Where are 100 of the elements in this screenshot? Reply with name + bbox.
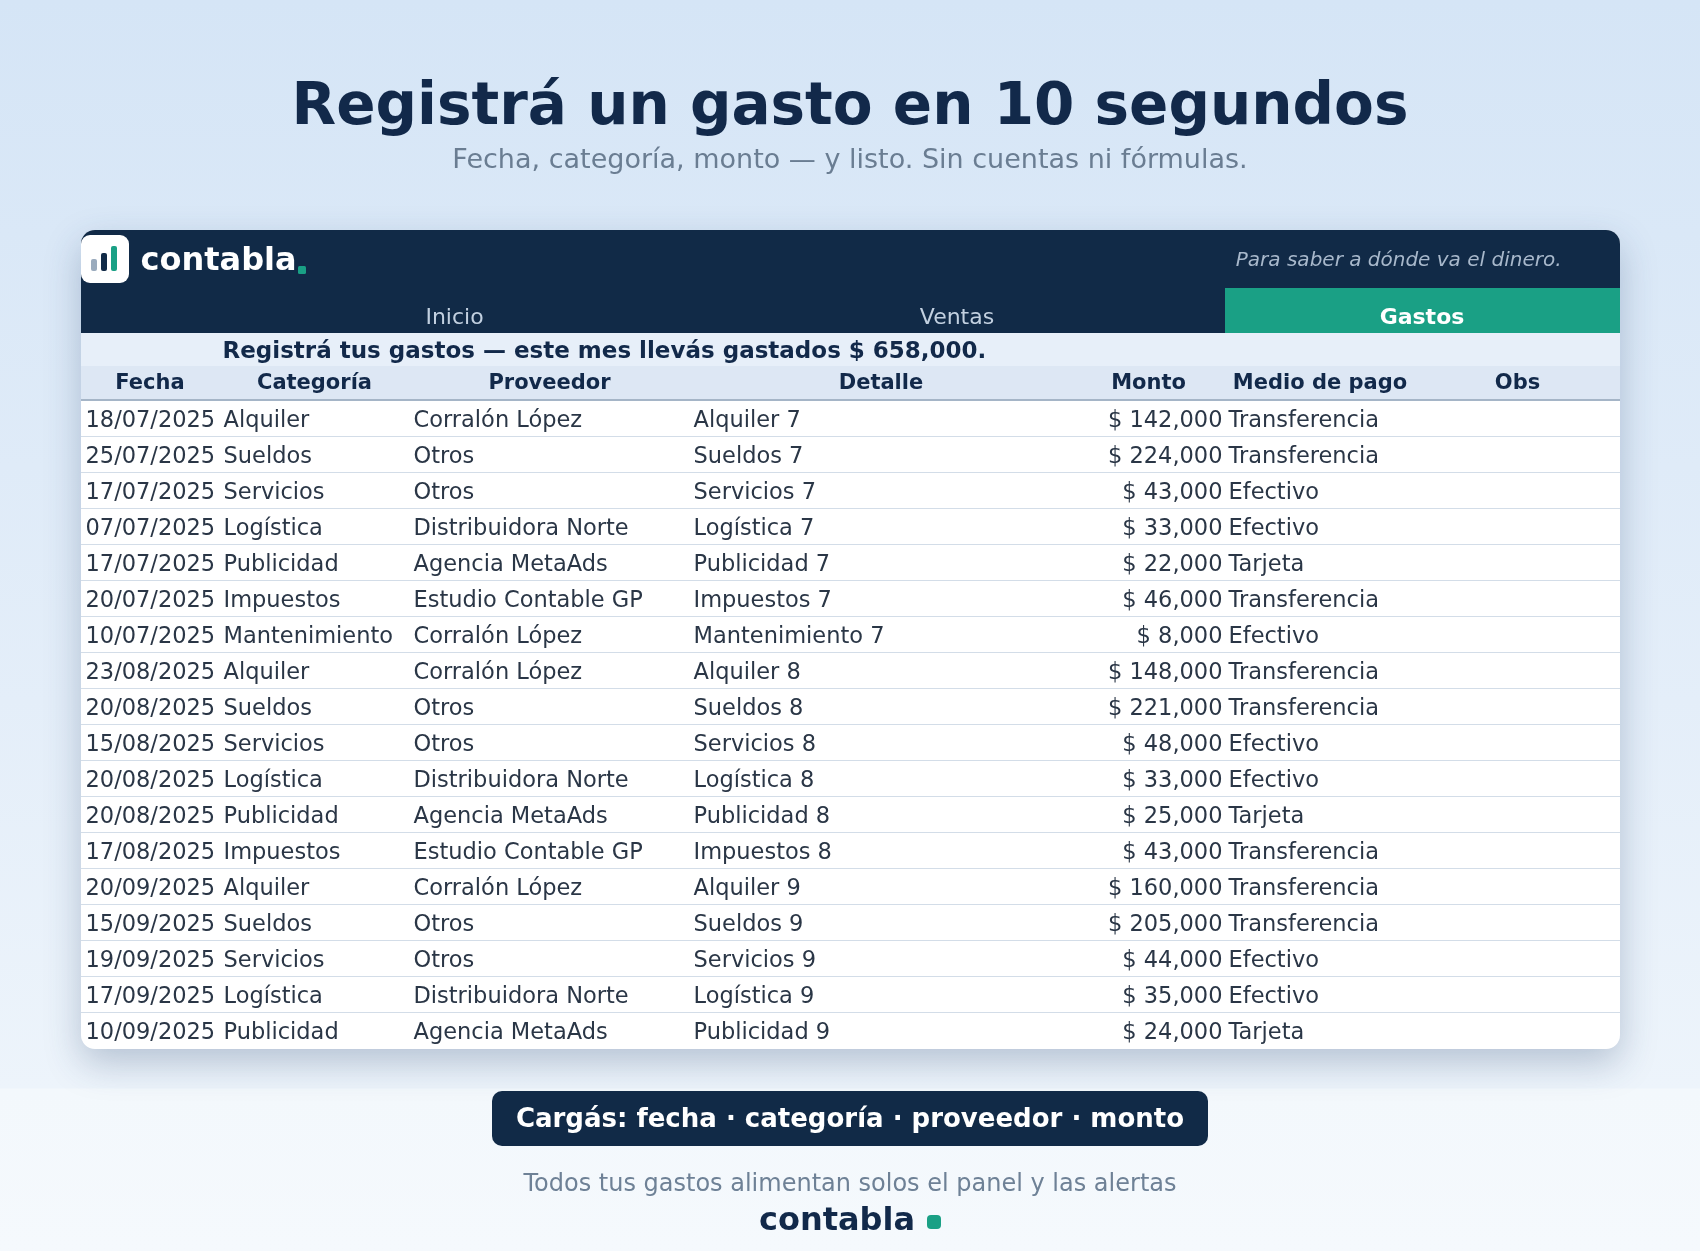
table-cell-text: Servicios 8	[692, 728, 817, 758]
table-cell-text: Alquiler	[222, 404, 310, 434]
table-cell-text: Logística 7	[692, 512, 815, 542]
table-cell-text: Publicidad 7	[692, 548, 831, 578]
column-header: Proveedor	[488, 369, 611, 396]
page-subtitle: Fecha, categoría, monto — y listo. Sin cuentas ni fórmulas.	[452, 142, 1248, 176]
table-cell-text: Alquiler 7	[692, 404, 801, 434]
table-cell-text: 17/09/2025	[84, 980, 216, 1010]
table-cell-text: 20/08/2025	[84, 692, 216, 722]
column-header: Categoría	[256, 369, 373, 396]
table-cell-text: 17/07/2025	[84, 476, 216, 506]
table-cell-text: Efectivo	[1227, 728, 1319, 758]
table-cell-text: Corralón López	[412, 620, 583, 650]
table-cell-text: 17/08/2025	[84, 836, 216, 866]
footer-brand: contabla	[758, 1200, 916, 1238]
table-cell-text: $ 48,000	[1122, 728, 1224, 758]
table-cell-text: Corralón López	[412, 656, 583, 686]
table-cell-text: Tarjeta	[1227, 1017, 1305, 1046]
table-cell-text: $ 8,000	[1136, 620, 1224, 650]
table-cell-text: Logística	[222, 980, 323, 1010]
table-cell-text: Transferencia	[1227, 692, 1379, 722]
table-cell-text: Agencia MetaAds	[412, 800, 608, 830]
table-cell-text: Publicidad	[222, 1017, 339, 1046]
table-cell-text: 20/08/2025	[84, 800, 216, 830]
table-cell-text: 20/09/2025	[84, 872, 216, 902]
table-cell-text: $ 221,000	[1108, 692, 1224, 722]
table-cell-text: Mantenimiento	[222, 620, 393, 650]
table-cell-text: Otros	[412, 476, 475, 506]
table-cell-text: Transferencia	[1227, 440, 1379, 470]
table-cell-text: Efectivo	[1227, 944, 1319, 974]
table-cell-text: Transferencia	[1227, 404, 1379, 434]
table-cell-text: Transferencia	[1227, 584, 1379, 614]
table-cell-text: Transferencia	[1227, 908, 1379, 938]
table-cell-text: Transferencia	[1227, 872, 1379, 902]
column-header: Fecha	[115, 369, 185, 396]
footer-text: Todos tus gastos alimentan solos el panel y las alertas	[523, 1168, 1177, 1198]
table-cell-text: Publicidad	[222, 800, 339, 830]
table-cell-text: $ 205,000	[1108, 908, 1224, 938]
table-cell-text: Efectivo	[1227, 980, 1319, 1010]
table-cell-text: Publicidad 8	[692, 800, 831, 830]
table-cell-text: 17/07/2025	[84, 548, 216, 578]
tagline: Para saber a dónde va el dinero.	[1235, 247, 1562, 271]
table-cell-text: Alquiler	[222, 656, 310, 686]
table-cell-text: Efectivo	[1227, 620, 1319, 650]
table-cell-text: Sueldos 8	[692, 692, 804, 722]
table-cell-text: Servicios	[222, 476, 325, 506]
table-cell-text: Transferencia	[1227, 836, 1379, 866]
table-cell-text: Otros	[412, 440, 475, 470]
summary-text: Registrá tus gastos — este mes llevás gastados $ 658,000.	[221, 336, 987, 363]
page-title: Registrá un gasto en 10 segundos	[291, 70, 1409, 138]
table-cell-text: Logística	[222, 512, 323, 542]
table-cell-text: Estudio Contable GP	[412, 836, 643, 866]
table-cell-text: $ 25,000	[1122, 800, 1224, 830]
table-cell-text: Sueldos	[222, 440, 312, 470]
table-cell-text: $ 46,000	[1122, 584, 1224, 614]
table-cell-text: Otros	[412, 944, 475, 974]
table-cell-text: Tarjeta	[1227, 800, 1305, 830]
table-cell-text: Impuestos 8	[692, 836, 832, 866]
table-cell-text: Logística 8	[692, 764, 815, 794]
table-cell-text: Mantenimiento 7	[692, 620, 885, 650]
table-cell-text: $ 24,000	[1122, 1017, 1224, 1046]
table-cell-text: Agencia MetaAds	[412, 1017, 608, 1046]
table-cell-text: $ 35,000	[1122, 980, 1224, 1010]
table-cell-text: 10/07/2025	[84, 620, 216, 650]
table-cell-text: $ 33,000	[1122, 764, 1224, 794]
table-cell-text: 18/07/2025	[84, 404, 216, 434]
table-cell-text: Sueldos 9	[692, 908, 804, 938]
table-cell-text: Corralón López	[412, 872, 583, 902]
table-cell-text: Servicios 9	[692, 944, 817, 974]
table-cell-text: Otros	[412, 692, 475, 722]
table-cell-text: 25/07/2025	[84, 440, 216, 470]
table-cell-text: Sueldos 7	[692, 440, 804, 470]
table-cell-text: 20/07/2025	[84, 584, 216, 614]
table-cell-text: Servicios 7	[692, 476, 817, 506]
table-cell-text: $ 33,000	[1122, 512, 1224, 542]
table-cell-text: $ 160,000	[1108, 872, 1224, 902]
table-cell-text: Logística	[222, 764, 323, 794]
table-cell-text: Distribuidora Norte	[412, 980, 629, 1010]
table-cell-text: Alquiler 8	[692, 656, 801, 686]
table-cell-text: $ 142,000	[1108, 404, 1224, 434]
table-cell-text: 23/08/2025	[84, 656, 216, 686]
table-cell-text: $ 44,000	[1122, 944, 1224, 974]
column-header: Medio de pago	[1232, 369, 1408, 396]
table-cell-text: $ 22,000	[1122, 548, 1224, 578]
table-cell-text: Alquiler 9	[692, 872, 801, 902]
table-cell-text: $ 148,000	[1108, 656, 1224, 686]
table-cell-text: Efectivo	[1227, 764, 1319, 794]
table-cell-text: Impuestos 7	[692, 584, 832, 614]
table-cell-text: Transferencia	[1227, 656, 1379, 686]
table-cell-text: Sueldos	[222, 908, 312, 938]
table-cell-text: $ 224,000	[1108, 440, 1224, 470]
table-cell-text: $ 43,000	[1122, 836, 1224, 866]
table-cell-text: 15/09/2025	[84, 908, 216, 938]
table-cell-text: 20/08/2025	[84, 764, 216, 794]
table-cell-text: Distribuidora Norte	[412, 512, 629, 542]
table-cell-text: Servicios	[222, 944, 325, 974]
table-cell-text: Agencia MetaAds	[412, 548, 608, 578]
table-cell-text: 10/09/2025	[84, 1017, 216, 1046]
table-cell-text: 19/09/2025	[84, 944, 216, 974]
table-cell-text: Publicidad	[222, 548, 339, 578]
